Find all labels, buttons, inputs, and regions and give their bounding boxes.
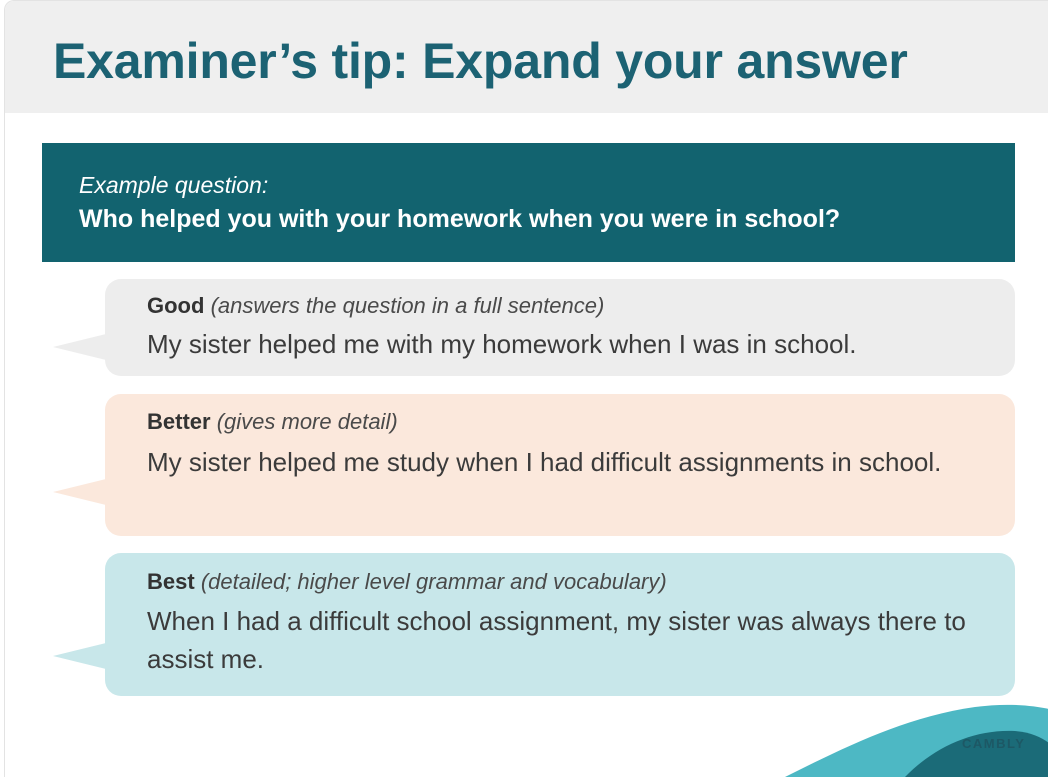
answer-heading: Better (gives more detail)	[147, 408, 398, 436]
answer-text: When I had a difficult school assignment…	[147, 606, 966, 674]
answer-note: (detailed; higher level grammar and voca…	[200, 569, 667, 594]
answer-bubble-better: Better (gives more detail) My sister hel…	[53, 394, 1015, 536]
answer-text: My sister helped me study when I had dif…	[147, 447, 942, 477]
answer-grade: Best	[147, 569, 195, 594]
page-title: Examiner’s tip: Expand your answer	[53, 33, 908, 89]
answer-text: My sister helped me with my homework whe…	[147, 329, 857, 359]
answer-grade: Better	[147, 409, 211, 434]
answer-heading: Best (detailed; higher level grammar and…	[147, 568, 667, 596]
answer-bubble-good: Good (answers the question in a full sen…	[53, 279, 1015, 376]
question-label: Example question:	[79, 172, 269, 198]
tip-card: Examiner’s tip: Expand your answer Examp…	[4, 0, 1048, 777]
speech-tail	[53, 479, 106, 505]
answer-heading: Good (answers the question in a full sen…	[147, 292, 604, 320]
question-text: Who helped you with your homework when y…	[79, 205, 841, 233]
answer-grade: Good	[147, 293, 205, 318]
speech-tail	[53, 334, 106, 360]
answer-note: (answers the question in a full sentence…	[210, 293, 605, 318]
answer-bubble-best: Best (detailed; higher level grammar and…	[53, 553, 1015, 696]
header-band: Examiner’s tip: Expand your answer	[5, 1, 1048, 113]
brand-logo: CAMBLY	[962, 736, 1026, 751]
question-box: Example question: Who helped you with yo…	[42, 143, 1015, 262]
answer-note: (gives more detail)	[216, 409, 398, 434]
speech-tail	[53, 643, 106, 669]
